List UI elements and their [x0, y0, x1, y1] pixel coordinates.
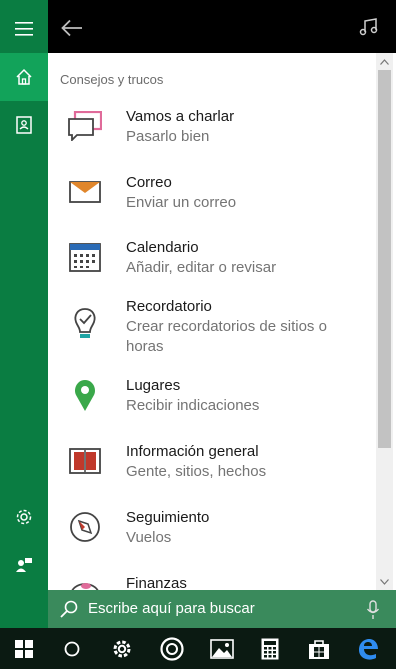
scrollbar[interactable] — [376, 53, 393, 590]
section-title: Consejos y trucos — [60, 72, 164, 87]
item-title: Seguimiento — [126, 509, 210, 526]
back-arrow-icon[interactable] — [58, 14, 86, 42]
compass-icon — [66, 508, 104, 546]
calendar-icon — [66, 238, 104, 276]
item-title: Calendario — [126, 239, 199, 256]
store-icon[interactable] — [295, 628, 343, 669]
cortana-circle-icon[interactable] — [48, 628, 96, 669]
item-subtitle: Recibir indicaciones — [126, 397, 260, 414]
search-bar[interactable]: Escribe aquí para buscar — [48, 590, 396, 628]
item-subtitle: Enviar un correo — [126, 194, 237, 211]
music-note-icon[interactable] — [356, 14, 382, 40]
settings-gear-icon[interactable] — [98, 628, 146, 669]
scroll-down-arrow-icon[interactable] — [376, 573, 393, 590]
chat-bubbles-icon — [66, 107, 104, 145]
left-rail — [0, 0, 48, 628]
item-title: Vamos a charlar — [126, 108, 235, 125]
settings-icon[interactable] — [0, 493, 48, 541]
tips-panel: Consejos y trucos Vamos a charlar Pasarl… — [48, 53, 376, 590]
item-subtitle: Crear recordatorios de sitios o horas — [126, 318, 327, 355]
item-title: Lugares — [126, 377, 181, 394]
edge-browser-icon[interactable] — [344, 628, 392, 669]
item-subtitle: Gente, sitios, hechos — [126, 463, 267, 480]
taskbar — [0, 628, 396, 669]
item-title: Recordatorio — [126, 298, 212, 315]
notebook-icon[interactable] — [0, 101, 48, 149]
item-subtitle: Vuelos — [126, 529, 172, 546]
top-bar — [48, 0, 396, 53]
photos-icon[interactable] — [198, 628, 246, 669]
map-pin-icon — [66, 376, 104, 414]
feedback-icon[interactable] — [0, 541, 48, 589]
search-input[interactable]: Escribe aquí para buscar — [88, 600, 255, 617]
scroll-up-arrow-icon[interactable] — [376, 53, 393, 70]
scrollbar-thumb[interactable] — [378, 70, 391, 448]
menu-icon[interactable] — [0, 5, 48, 53]
item-subtitle: Pasarlo bien — [126, 128, 210, 145]
search-icon — [60, 600, 78, 618]
calculator-icon[interactable] — [246, 628, 294, 669]
home-icon[interactable] — [0, 53, 48, 101]
item-title: Finanzas — [126, 575, 187, 590]
microphone-icon[interactable] — [366, 600, 380, 620]
mail-envelope-icon — [66, 173, 104, 211]
open-book-icon — [66, 442, 104, 480]
piggy-bank-icon — [66, 574, 104, 590]
item-subtitle: Añadir, editar o revisar — [126, 259, 277, 276]
item-title: Correo — [126, 174, 172, 191]
item-title: Información general — [126, 443, 259, 460]
reminder-bulb-icon — [66, 305, 104, 343]
groove-music-icon[interactable] — [148, 628, 196, 669]
windows-start-icon[interactable] — [0, 628, 48, 669]
